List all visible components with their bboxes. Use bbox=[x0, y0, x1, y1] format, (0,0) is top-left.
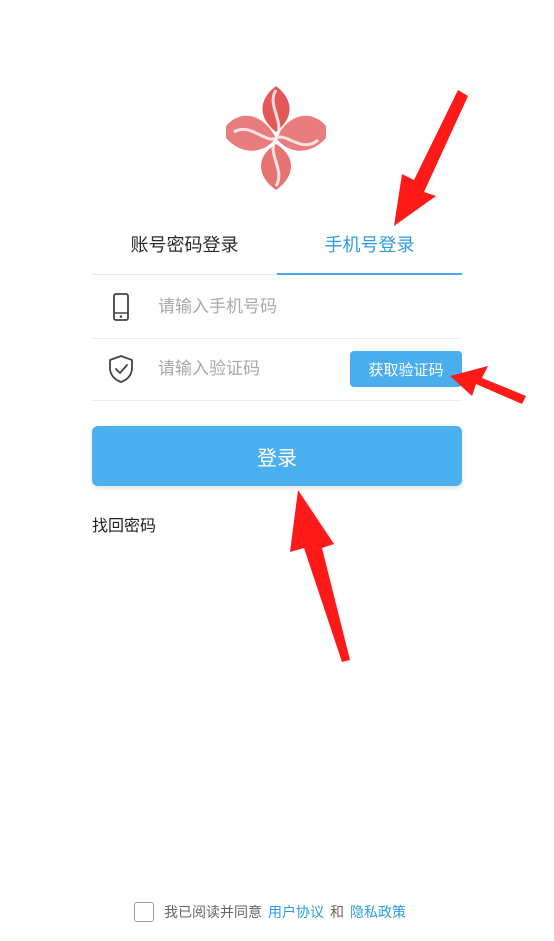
login-tabs: 账号密码登录 手机号登录 bbox=[92, 214, 462, 275]
phone-number-input[interactable] bbox=[158, 292, 338, 322]
verification-code-row: 获取验证码 bbox=[92, 338, 462, 401]
app-logo bbox=[226, 86, 326, 190]
annotation-arrow-login bbox=[290, 490, 350, 662]
phone-icon bbox=[113, 293, 129, 321]
get-verification-code-button[interactable]: 获取验证码 bbox=[350, 351, 462, 387]
agreement-prefix-text: 我已阅读并同意 bbox=[164, 905, 262, 921]
verification-code-input[interactable] bbox=[158, 354, 338, 384]
login-button[interactable]: 登录 bbox=[92, 426, 462, 486]
agreement-and-text: 和 bbox=[330, 905, 344, 921]
privacy-policy-link[interactable]: 隐私政策 bbox=[350, 902, 406, 922]
agreement-row: 我已阅读并同意 用户协议 和 隐私政策 bbox=[134, 900, 406, 924]
tab-phone-login[interactable]: 手机号登录 bbox=[277, 214, 462, 274]
shield-check-icon bbox=[109, 355, 133, 383]
forgot-password-link[interactable]: 找回密码 bbox=[92, 512, 156, 536]
tab-account-login[interactable]: 账号密码登录 bbox=[92, 214, 277, 274]
agreement-checkbox[interactable] bbox=[134, 902, 154, 922]
user-agreement-link[interactable]: 用户协议 bbox=[268, 902, 324, 922]
active-tab-indicator bbox=[277, 273, 462, 275]
phone-field-row bbox=[92, 276, 462, 339]
